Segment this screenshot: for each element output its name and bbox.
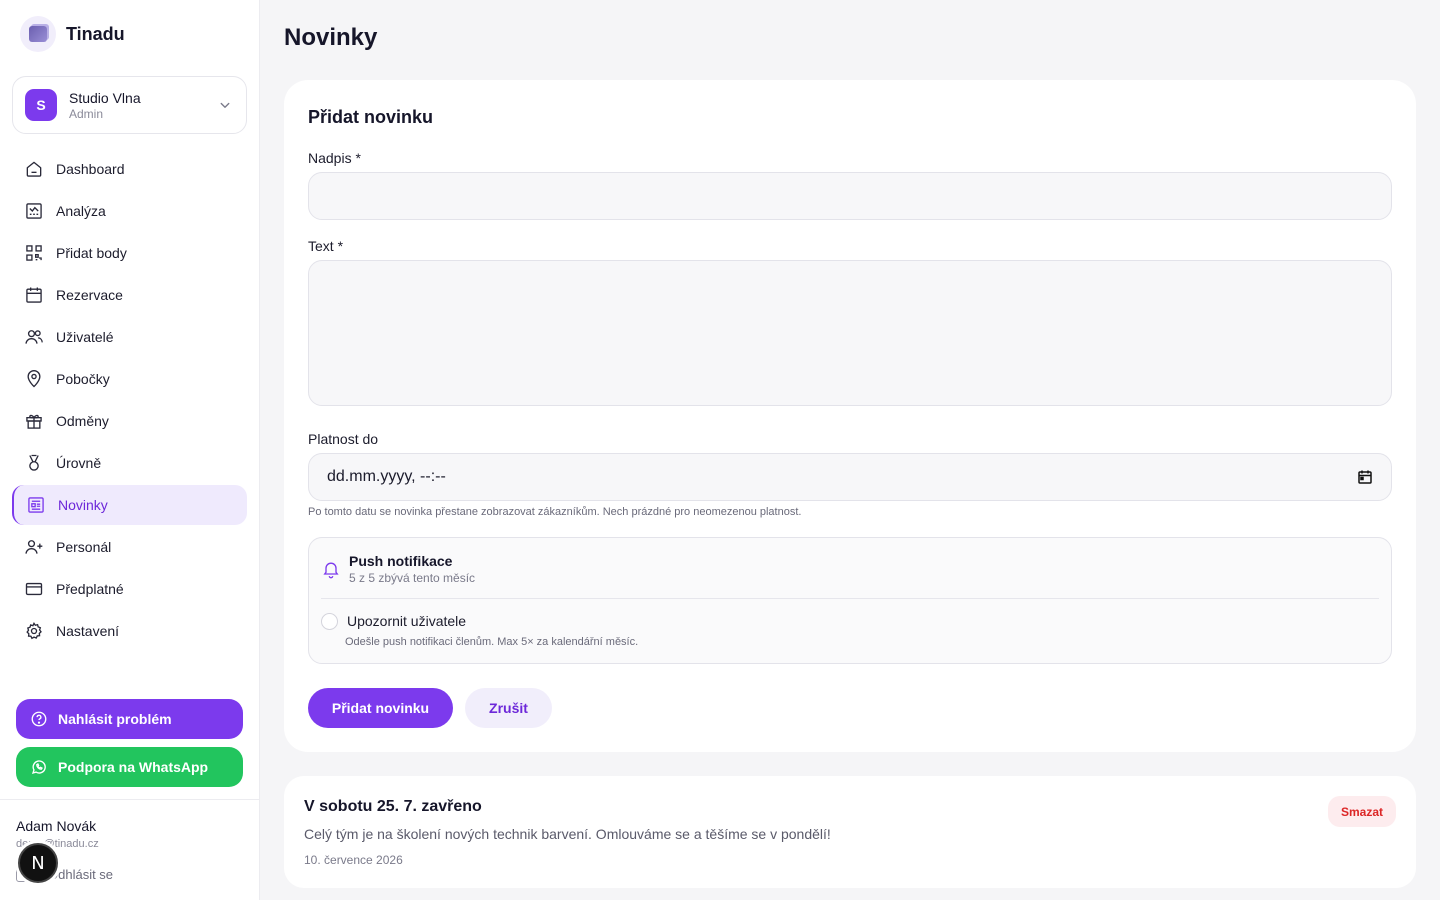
- divider: [321, 598, 1379, 599]
- push-notification-box: Push notifikace 5 z 5 zbývá tento měsíc …: [308, 537, 1392, 664]
- sidebar-item-analyza[interactable]: Analýza: [12, 191, 247, 231]
- sidebar-item-label: Rezervace: [56, 287, 123, 303]
- sidebar-item-label: Nastavení: [56, 623, 120, 639]
- sidebar-item-personal[interactable]: Personál: [12, 527, 247, 567]
- text-label: Text *: [308, 238, 344, 254]
- delete-news-button[interactable]: Smazat: [1328, 796, 1396, 827]
- brand[interactable]: Tinadu: [20, 16, 125, 52]
- form-title: Přidat novinku: [308, 107, 434, 127]
- sidebar-item-label: Dashboard: [56, 161, 125, 177]
- org-avatar: S: [25, 89, 57, 121]
- report-problem-label: Nahlásit problém: [58, 711, 172, 727]
- medal-icon: [23, 452, 45, 474]
- sidebar-item-predplatne[interactable]: Předplatné: [12, 569, 247, 609]
- add-news-button[interactable]: Přidat novinku: [308, 688, 453, 728]
- user-name: Adam Novák: [16, 818, 97, 834]
- push-quota: 5 z 5 zbývá tento měsíc: [349, 571, 476, 585]
- sidebar-item-pobocky[interactable]: Pobočky: [12, 359, 247, 399]
- heading-input[interactable]: [308, 172, 1392, 220]
- sidebar-item-label: Úrovně: [56, 455, 102, 471]
- analytics-icon: [23, 200, 45, 222]
- news-item: V sobotu 25. 7. zavřeno Celý tým je na š…: [284, 776, 1416, 888]
- whatsapp-support-button[interactable]: Podpora na WhatsApp: [16, 747, 243, 787]
- valid-until-hint: Po tomto datu se novinka přestane zobraz…: [308, 506, 802, 518]
- chevron-down-icon: [220, 102, 230, 108]
- report-problem-button[interactable]: Nahlásit problém: [16, 699, 243, 739]
- calendar-icon[interactable]: [1357, 469, 1373, 485]
- valid-until-placeholder: dd.mm.yyyy, --:--: [327, 468, 446, 485]
- floating-assistant-button[interactable]: N: [18, 843, 58, 883]
- user-plus-icon: [23, 536, 45, 558]
- sidebar-item-label: Novinky: [58, 497, 108, 513]
- add-news-card: Přidat novinku Nadpis * Text * Platnost …: [284, 80, 1416, 752]
- gear-icon: [23, 620, 45, 642]
- page-title: Novinky: [284, 24, 378, 51]
- push-title: Push notifikace: [349, 553, 453, 569]
- heading-label: Nadpis *: [308, 150, 361, 166]
- news-title: V sobotu 25. 7. zavřeno: [304, 798, 482, 815]
- cancel-button[interactable]: Zrušit: [465, 688, 552, 728]
- org-role: Admin: [69, 106, 104, 121]
- sidebar-item-uzivatele[interactable]: Uživatelé: [12, 317, 247, 357]
- sidebar-nav: Dashboard Analýza Přidat body Rezervace …: [12, 149, 247, 653]
- sidebar-item-label: Analýza: [56, 203, 106, 219]
- sidebar-item-label: Přidat body: [56, 245, 127, 261]
- sidebar-item-novinky[interactable]: Novinky: [12, 485, 247, 525]
- notify-users-hint: Odešle push notifikaci členům. Max 5× za…: [345, 636, 639, 648]
- sidebar-item-urovne[interactable]: Úrovně: [12, 443, 247, 483]
- organization-switcher[interactable]: S Studio Vlna Admin: [12, 76, 247, 134]
- whatsapp-icon: [31, 760, 46, 775]
- help-circle-icon: [31, 711, 47, 727]
- qr-code-icon: [23, 242, 45, 264]
- sidebar-item-pridat-body[interactable]: Přidat body: [12, 233, 247, 273]
- sidebar-item-label: Předplatné: [56, 581, 124, 597]
- news-date: 10. července 2026: [304, 853, 403, 867]
- notify-users-label[interactable]: Upozornit uživatele: [347, 613, 466, 629]
- valid-until-datetime-input[interactable]: dd.mm.yyyy, --:--: [308, 453, 1392, 501]
- notify-users-toggle[interactable]: [321, 613, 338, 630]
- valid-until-label: Platnost do: [308, 431, 379, 447]
- credit-card-icon: [23, 578, 45, 600]
- gift-icon: [23, 410, 45, 432]
- sidebar-item-nastaveni[interactable]: Nastavení: [12, 611, 247, 651]
- org-name: Studio Vlna: [69, 89, 141, 106]
- bell-icon: [323, 562, 339, 579]
- sidebar-item-odmeny[interactable]: Odměny: [12, 401, 247, 441]
- map-pin-icon: [23, 368, 45, 390]
- newspaper-icon: [25, 494, 47, 516]
- sidebar-item-dashboard[interactable]: Dashboard: [12, 149, 247, 189]
- sidebar-item-label: Pobočky: [56, 371, 110, 387]
- text-textarea[interactable]: [308, 260, 1392, 406]
- sidebar-item-label: Personál: [56, 539, 112, 555]
- users-icon: [23, 326, 45, 348]
- home-icon: [23, 158, 45, 180]
- cube-logo-icon: [20, 16, 56, 52]
- brand-name: Tinadu: [66, 23, 125, 44]
- sidebar-item-label: Uživatelé: [56, 329, 114, 345]
- whatsapp-support-label: Podpora na WhatsApp: [58, 759, 209, 775]
- sidebar: Tinadu S Studio Vlna Admin Dashboard Ana…: [0, 0, 260, 900]
- sidebar-item-rezervace[interactable]: Rezervace: [12, 275, 247, 315]
- sidebar-item-label: Odměny: [56, 413, 109, 429]
- logout-label: Odhlásit se: [48, 866, 114, 882]
- news-text: Celý tým je na školení nových technik ba…: [304, 826, 831, 842]
- calendar-icon: [23, 284, 45, 306]
